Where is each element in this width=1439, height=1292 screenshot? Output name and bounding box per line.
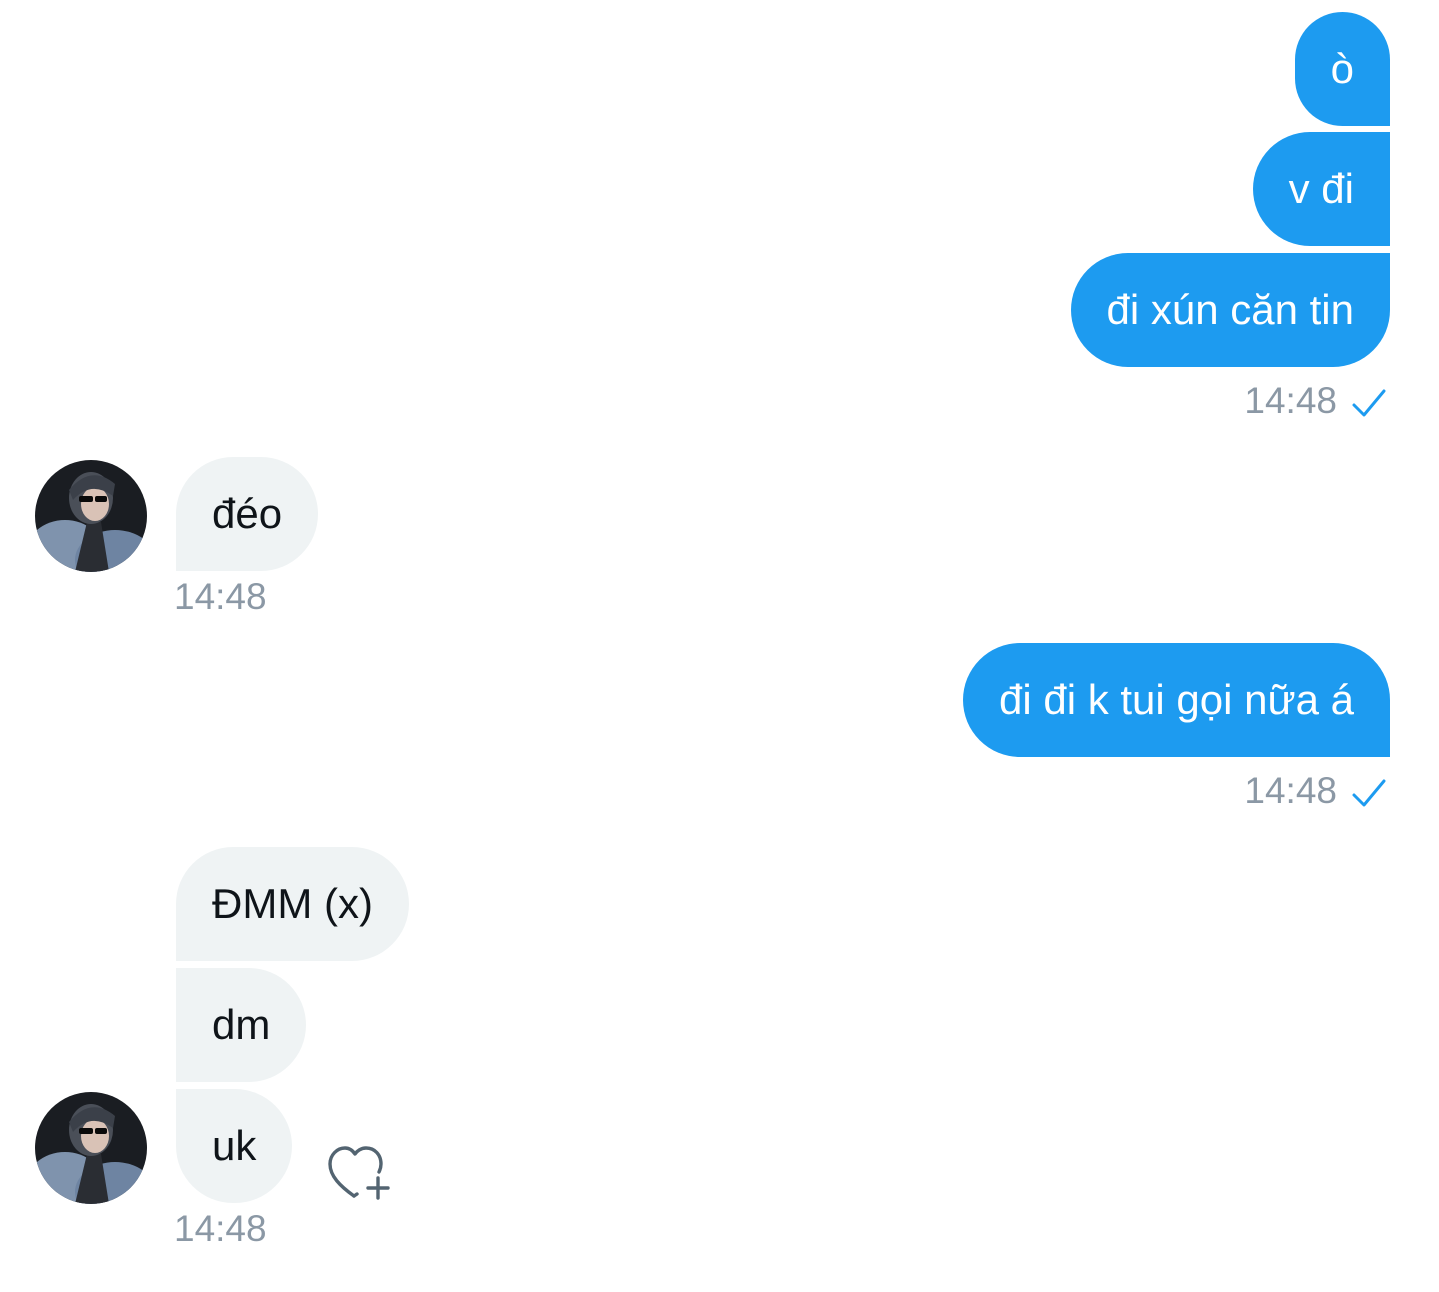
message-timestamp: 14:48 bbox=[1244, 770, 1337, 811]
message-bubble-sent[interactable]: ò bbox=[1294, 12, 1390, 126]
message-timestamp: 14:48 bbox=[174, 1208, 267, 1249]
message-bubble-sent[interactable]: v đi bbox=[1252, 132, 1390, 246]
message-bubble-received[interactable]: uk bbox=[176, 1089, 293, 1203]
message-bubble-sent[interactable]: đi xún căn tin bbox=[1070, 253, 1390, 367]
message-bubble-received[interactable]: dm bbox=[176, 968, 307, 1082]
message-bubble-received[interactable]: ĐMM (x) bbox=[176, 847, 409, 961]
avatar[interactable] bbox=[35, 1092, 147, 1204]
avatar[interactable] bbox=[35, 460, 147, 572]
message-timestamp: 14:48 bbox=[1244, 380, 1337, 421]
check-icon bbox=[1352, 389, 1386, 417]
heart-plus-icon[interactable] bbox=[326, 1144, 392, 1204]
message-timestamp: 14:48 bbox=[174, 576, 267, 617]
message-bubble-received[interactable]: đéo bbox=[176, 457, 319, 571]
check-icon bbox=[1352, 779, 1386, 807]
message-bubble-sent[interactable]: đi đi k tui gọi nữa á bbox=[963, 643, 1390, 757]
